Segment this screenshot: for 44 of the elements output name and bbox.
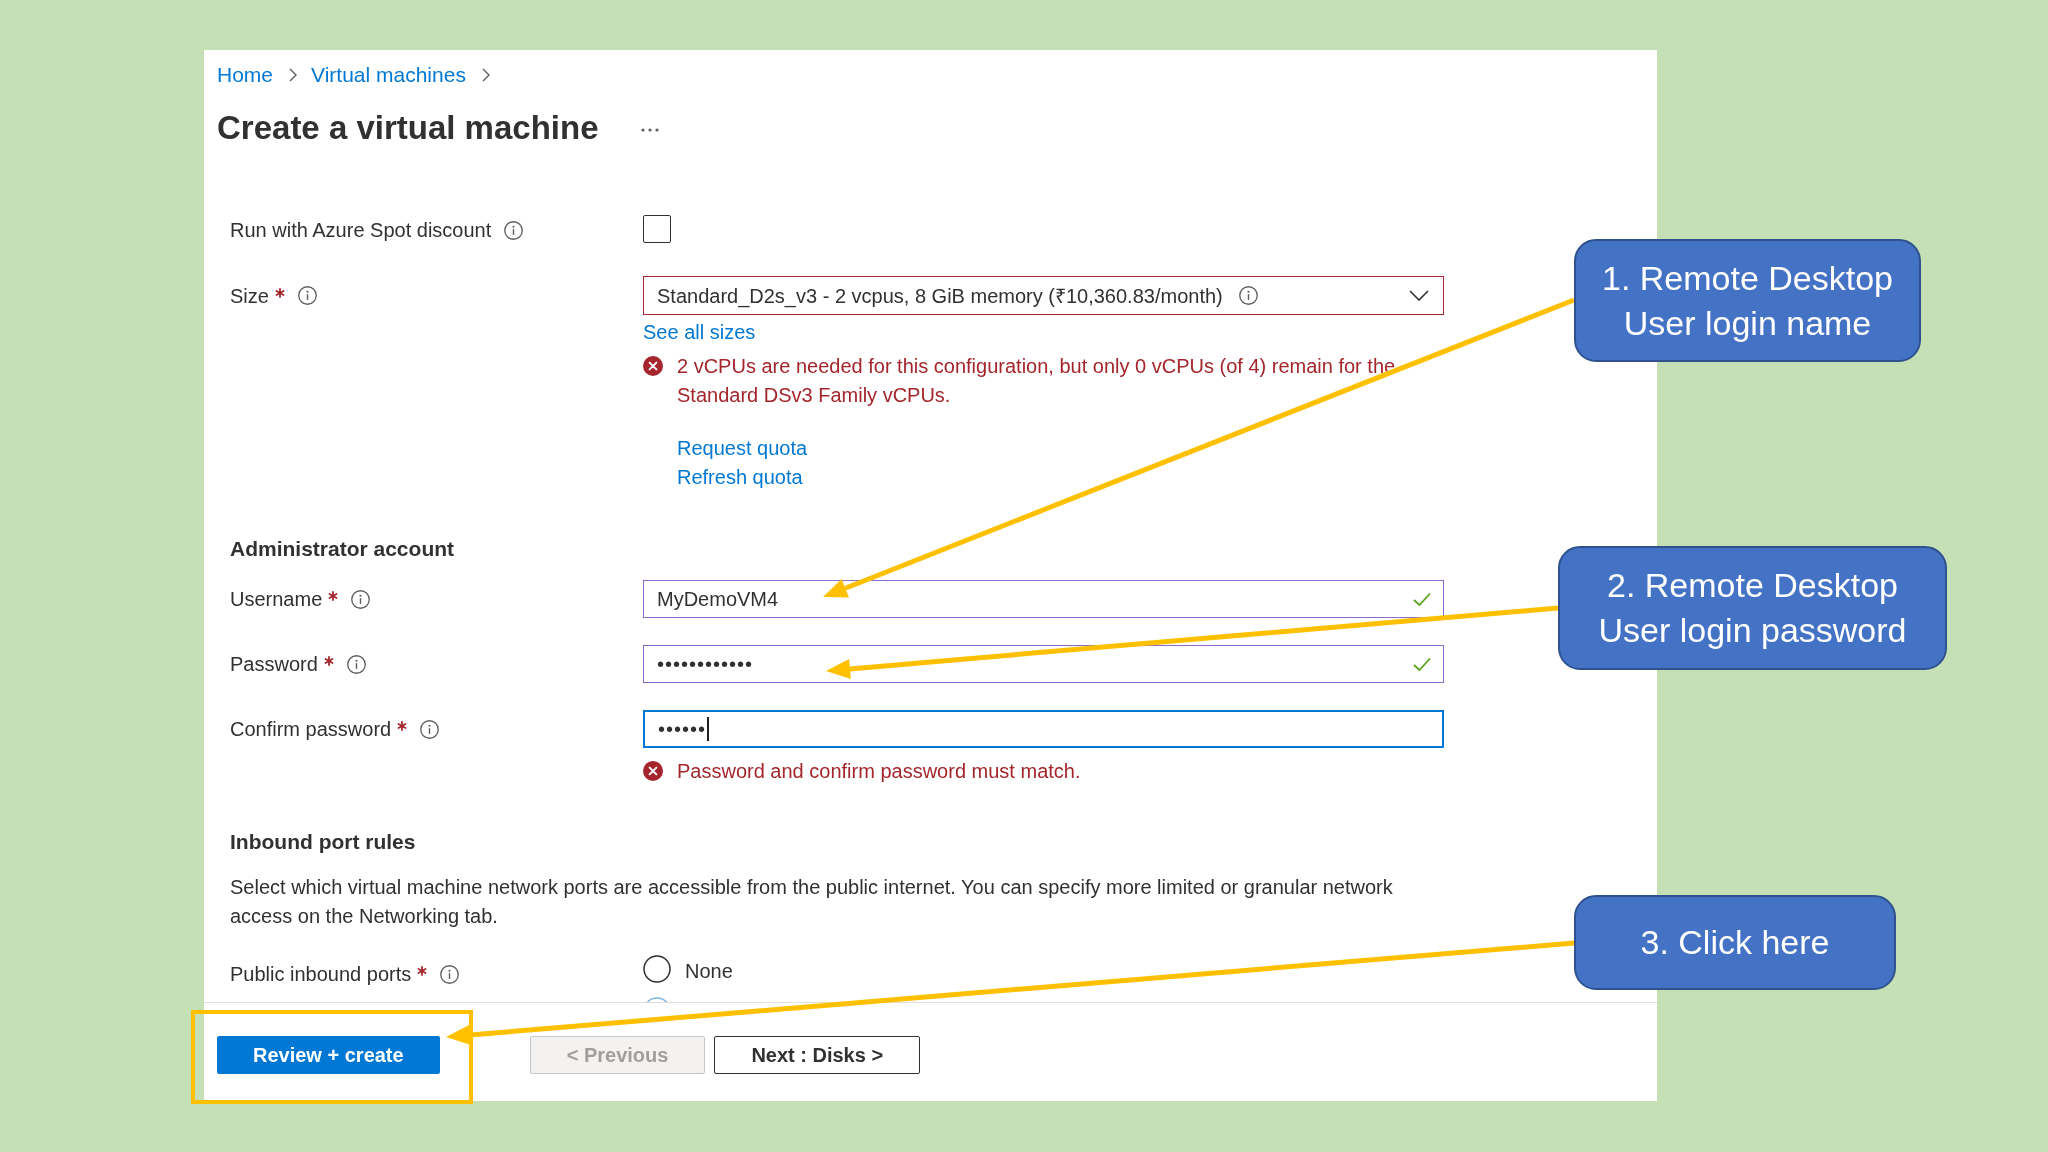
text-cursor-icon [707,717,709,741]
radio-button[interactable] [643,955,671,983]
error-icon [643,356,663,376]
field-label: Run with Azure Spot discount [230,218,492,243]
see-all-sizes-link[interactable]: See all sizes [643,320,756,344]
chevron-right-icon [289,68,298,82]
info-icon[interactable] [346,654,366,674]
password-field[interactable]: •••••• [643,710,1444,748]
breadcrumb-link[interactable]: Virtual machines [311,63,466,87]
radio-label[interactable]: None [685,955,733,986]
info-icon[interactable] [1238,286,1258,305]
field-label: Size [230,283,269,309]
error-icon [643,761,663,781]
next-button[interactable]: Next : Disks > [714,1036,921,1074]
quota-link[interactable]: Request quota [677,434,808,463]
section-heading: Administrator account [230,536,455,562]
field-label: Confirm password [230,717,392,742]
password-field[interactable]: •••••••••••• [643,645,1444,683]
review-create-button[interactable]: Review + create [217,1036,440,1074]
section-description: Select which virtual machine network ports are accessible from the public internet. You can specify more limited or granular network access on the Networking tab. [230,875,1394,929]
info-icon[interactable] [504,220,524,240]
field-label: Username [230,587,323,612]
chevron-right-icon [481,68,490,82]
info-icon[interactable] [420,719,440,739]
size-dropdown[interactable]: Standard_D2s_v3 - 2 vcpus, 8 GiB memory (₹10,360.83/month) [643,276,1444,315]
info-icon[interactable] [297,286,317,305]
info-icon[interactable] [440,964,460,984]
field-label: Password [230,652,318,677]
check-icon [1413,656,1431,672]
info-icon[interactable] [351,589,371,609]
callout: 2. Remote Desktop User login password [1558,546,1947,670]
check-icon [1413,591,1431,607]
callout: 1. Remote Desktop User login name [1574,239,1921,362]
callout: 3. Click here [1574,895,1896,990]
text-field[interactable]: MyDemoVM4 [643,580,1444,618]
field-label: Public inbound ports [230,962,412,987]
chevron-down-icon [1409,290,1429,301]
checkbox[interactable] [643,215,671,243]
breadcrumb-link[interactable]: Home [217,63,274,87]
more-icon[interactable] [640,128,659,132]
section-heading: Inbound port rules [230,829,416,855]
quota-link[interactable]: Refresh quota [677,463,803,492]
page-title: Create a virtual machine [217,108,599,148]
error-message: Password and confirm password must match. [677,759,1081,784]
